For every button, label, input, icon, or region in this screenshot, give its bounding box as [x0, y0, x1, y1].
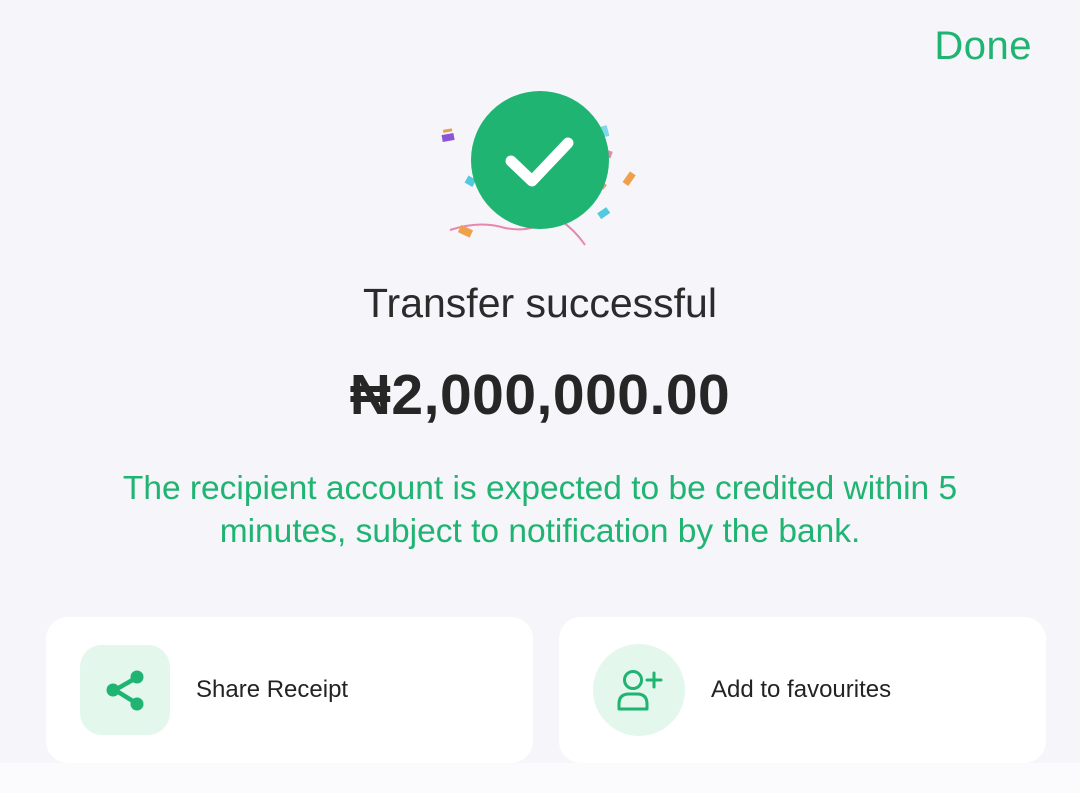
share-receipt-button[interactable]: Share Receipt — [46, 617, 533, 763]
share-receipt-label: Share Receipt — [196, 676, 349, 703]
bottom-strip — [0, 763, 1080, 793]
add-user-icon — [593, 644, 685, 736]
done-button[interactable]: Done — [934, 24, 1032, 69]
credit-notice: The recipient account is expected to be … — [122, 470, 958, 550]
transfer-amount: ₦2,000,000.00 — [349, 363, 731, 427]
success-illustration — [0, 70, 1080, 260]
add-to-favourites-button[interactable]: Add to favourites — [559, 617, 1046, 763]
share-icon — [80, 645, 170, 735]
success-title: Transfer successful — [363, 280, 717, 326]
add-to-favourites-label: Add to favourites — [711, 676, 892, 703]
